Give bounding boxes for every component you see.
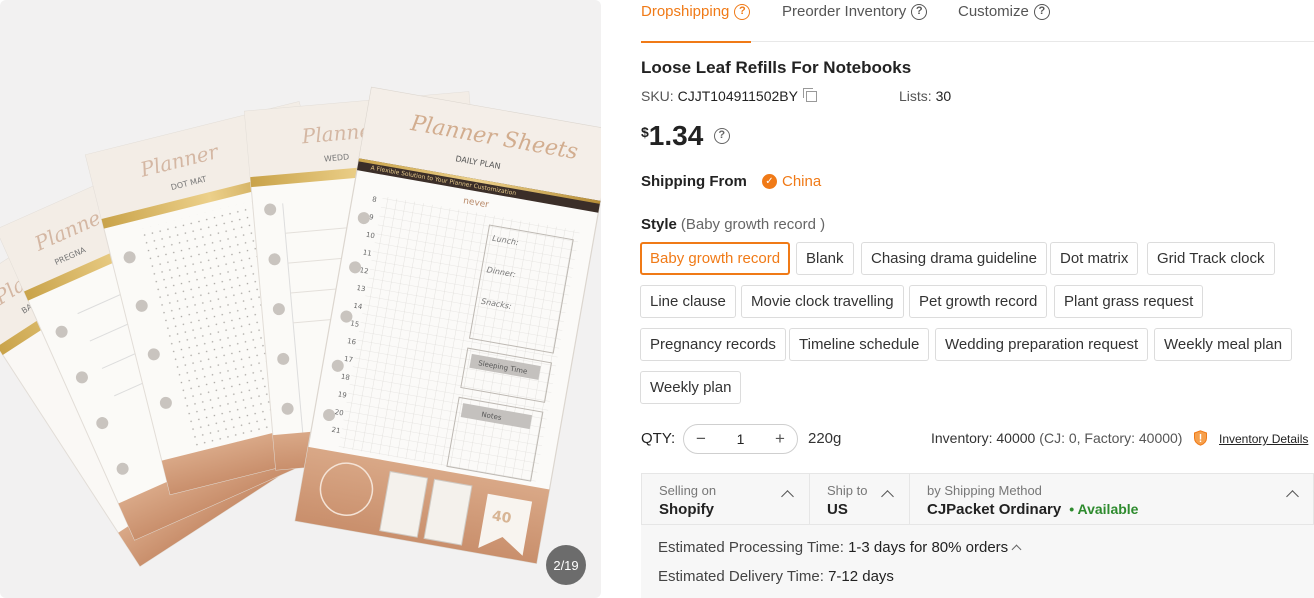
delivery-value: 7-12 days bbox=[828, 568, 894, 585]
sku-value: CJJT104911502BY bbox=[677, 88, 798, 104]
style-option-plant-grass-request[interactable]: Plant grass request bbox=[1054, 285, 1204, 318]
style-option-weekly-meal-plan[interactable]: Weekly meal plan bbox=[1154, 328, 1293, 361]
price-value: 1.34 bbox=[648, 120, 704, 151]
shipping-method-label: by Shipping Method bbox=[927, 483, 1042, 498]
sku-row: SKU: CJJT104911502BY bbox=[641, 88, 817, 104]
style-option-weekly-plan[interactable]: Weekly plan bbox=[640, 371, 742, 404]
lists-value: 30 bbox=[935, 88, 952, 104]
style-option-chasing-drama-guideline[interactable]: Chasing drama guideline bbox=[861, 242, 1047, 275]
inventory-total: Inventory: 40000 bbox=[931, 430, 1036, 446]
tab-label: Preorder Inventory bbox=[782, 3, 907, 20]
tab-label: Customize bbox=[958, 3, 1029, 20]
availability-status: • Available bbox=[1069, 501, 1139, 517]
style-option-pet-growth-record[interactable]: Pet growth record bbox=[909, 285, 1048, 318]
style-option-grid-track-clock[interactable]: Grid Track clock bbox=[1147, 242, 1275, 275]
chevron-up-icon bbox=[781, 490, 794, 503]
product-price: $1.34 ? bbox=[641, 120, 730, 152]
image-page-counter: 2/19 bbox=[546, 545, 586, 585]
copy-icon[interactable] bbox=[802, 88, 817, 102]
method-name: CJPacket Ordinary bbox=[927, 501, 1062, 518]
planner-sheets-photo: Planner Sh BABY JOURNAL Planner PREGNA P… bbox=[0, 86, 601, 567]
chevron-up-icon bbox=[881, 490, 894, 503]
chevron-up-icon[interactable] bbox=[1011, 544, 1022, 555]
shipping-from-value: China bbox=[782, 173, 822, 190]
svg-text:11: 11 bbox=[362, 248, 372, 257]
selling-on-selector[interactable]: Selling on Shopify bbox=[642, 474, 810, 524]
style-option-line-clause[interactable]: Line clause bbox=[640, 285, 736, 318]
svg-text:40: 40 bbox=[491, 508, 513, 527]
svg-text:17: 17 bbox=[343, 355, 353, 364]
product-weight: 220g bbox=[808, 430, 842, 447]
tab-customize[interactable]: Customize ? bbox=[958, 0, 1050, 42]
inventory-details-link[interactable]: Inventory Details bbox=[1219, 432, 1308, 446]
product-title: Loose Leaf Refills For Notebooks bbox=[641, 58, 912, 77]
quantity-input[interactable]: 1 bbox=[737, 431, 745, 447]
ship-to-selector[interactable]: Ship to US bbox=[810, 474, 910, 524]
tab-dropshipping[interactable]: Dropshipping ? bbox=[641, 0, 751, 43]
style-option-baby-growth-record[interactable]: Baby growth record bbox=[640, 242, 791, 275]
processing-time: Estimated Processing Time: 1-3 days for … bbox=[658, 539, 1022, 556]
question-circle-icon[interactable]: ? bbox=[734, 4, 751, 20]
chevron-up-icon bbox=[1286, 490, 1299, 503]
selling-on-label: Selling on bbox=[659, 483, 717, 498]
delivery-time: Estimated Delivery Time: 7-12 days bbox=[658, 568, 894, 585]
check-circle-icon: ✓ bbox=[762, 174, 777, 189]
style-option-pregnancy-records[interactable]: Pregnancy records bbox=[640, 328, 786, 361]
processing-value: 1-3 days for 80% orders bbox=[848, 539, 1009, 556]
quantity-stepper: − 1 + bbox=[683, 424, 798, 454]
style-option-movie-clock-travelling[interactable]: Movie clock travelling bbox=[741, 285, 904, 318]
style-option-timeline-schedule[interactable]: Timeline schedule bbox=[789, 328, 930, 361]
delivery-label: Estimated Delivery Time: bbox=[658, 568, 824, 585]
style-option-blank[interactable]: Blank bbox=[796, 242, 854, 275]
lists-label: Lists: bbox=[899, 88, 932, 104]
inventory-breakdown: (CJ: 0, Factory: 40000) bbox=[1039, 430, 1183, 446]
currency-symbol: $ bbox=[641, 124, 649, 140]
shipping-selectors: Selling on Shopify Ship to US by Shippin… bbox=[641, 473, 1314, 525]
question-circle-icon[interactable]: ? bbox=[1033, 4, 1050, 20]
mode-tabs: Dropshipping ? Preorder Inventory ? Cust… bbox=[641, 0, 1314, 43]
ship-to-label: Ship to bbox=[827, 483, 868, 498]
sku-label: SKU: bbox=[641, 88, 674, 104]
style-title: Style bbox=[641, 216, 677, 233]
svg-text:18: 18 bbox=[340, 373, 350, 382]
shipping-from-label: Shipping From bbox=[641, 173, 747, 190]
qty-label: QTY: bbox=[641, 430, 676, 447]
increase-button[interactable]: + bbox=[773, 429, 787, 449]
shipping-panel: Selling on Shopify Ship to US by Shippin… bbox=[641, 473, 1314, 598]
svg-text:15: 15 bbox=[350, 319, 360, 328]
inventory-info: Inventory: 40000 (CJ: 0, Factory: 40000) bbox=[931, 430, 1182, 446]
question-circle-icon[interactable]: ? bbox=[911, 4, 928, 20]
product-image[interactable]: Planner Sh BABY JOURNAL Planner PREGNA P… bbox=[0, 0, 601, 598]
lists-count: Lists: 30 bbox=[899, 88, 951, 104]
style-option-dot-matrix[interactable]: Dot matrix bbox=[1050, 242, 1139, 275]
question-circle-icon[interactable]: ? bbox=[713, 127, 730, 144]
svg-text:13: 13 bbox=[356, 284, 366, 293]
tab-preorder-inventory[interactable]: Preorder Inventory ? bbox=[782, 0, 928, 42]
shipping-from-option[interactable]: ✓ China bbox=[762, 173, 821, 190]
svg-text:21: 21 bbox=[331, 426, 341, 435]
svg-text:10: 10 bbox=[365, 231, 375, 240]
shipping-method-selector[interactable]: by Shipping Method CJPacket Ordinary • Av… bbox=[910, 474, 1314, 524]
shipping-method-value: CJPacket Ordinary • Available bbox=[927, 501, 1138, 518]
processing-label: Estimated Processing Time: bbox=[658, 539, 844, 556]
svg-text:19: 19 bbox=[337, 390, 347, 399]
ship-to-value: US bbox=[827, 501, 848, 518]
svg-text:20: 20 bbox=[334, 408, 344, 417]
style-option-wedding-preparation-request[interactable]: Wedding preparation request bbox=[935, 328, 1149, 361]
decrease-button[interactable]: − bbox=[694, 429, 708, 449]
selling-on-value: Shopify bbox=[659, 501, 714, 518]
style-selected-text: (Baby growth record ) bbox=[680, 216, 826, 233]
tab-label: Dropshipping bbox=[641, 3, 730, 20]
shield-icon bbox=[1194, 430, 1207, 446]
style-label: Style (Baby growth record ) bbox=[641, 216, 825, 233]
